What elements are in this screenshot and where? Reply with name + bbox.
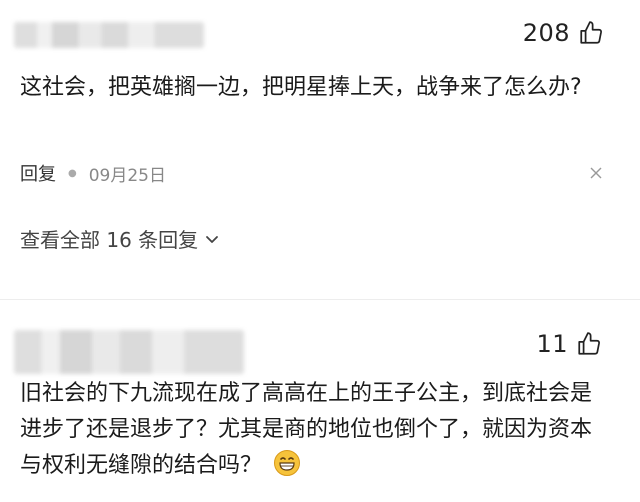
username-blurred[interactable] xyxy=(14,330,244,374)
view-all-replies-label: 查看全部 16 条回复 xyxy=(20,228,199,252)
reply-button[interactable]: 回复 xyxy=(20,160,56,186)
like-button[interactable]: 11 xyxy=(536,330,602,358)
like-count: 208 xyxy=(522,19,570,47)
comment-date: 09月25日 xyxy=(88,165,166,186)
comment-text-content: 旧社会的下九流现在成了高高在上的王子公主，到底社会是进步了还是退步了？尤其是商的… xyxy=(20,381,593,478)
close-icon[interactable] xyxy=(588,165,604,181)
chevron-down-icon xyxy=(206,235,219,243)
thumbs-up-icon[interactable] xyxy=(578,20,604,46)
comment-1: 208 这社会，把英雄搁一边，把明星捧上天，战争来了怎么办? 回复 ● 09月2… xyxy=(0,0,640,300)
comment-meta: 回复 ● 09月25日 xyxy=(20,160,604,186)
separator-dot: ● xyxy=(68,167,77,179)
comment-text: 这社会，把英雄搁一边，把明星捧上天，战争来了怎么办? xyxy=(20,75,582,100)
thumbs-up-icon[interactable] xyxy=(576,331,602,357)
username-blurred[interactable] xyxy=(14,22,204,48)
grinning-emoji-icon xyxy=(274,450,301,476)
comment-text: 旧社会的下九流现在成了高高在上的王子公主，到底社会是进步了还是退步了？尤其是商的… xyxy=(20,376,612,484)
comment-2: 11 旧社会的下九流现在成了高高在上的王子公主，到底社会是进步了还是退步了？尤其… xyxy=(0,300,640,502)
view-all-replies-button[interactable]: 查看全部 16 条回复 xyxy=(20,224,220,253)
like-button[interactable]: 208 xyxy=(523,19,604,47)
like-count: 11 xyxy=(536,330,568,358)
